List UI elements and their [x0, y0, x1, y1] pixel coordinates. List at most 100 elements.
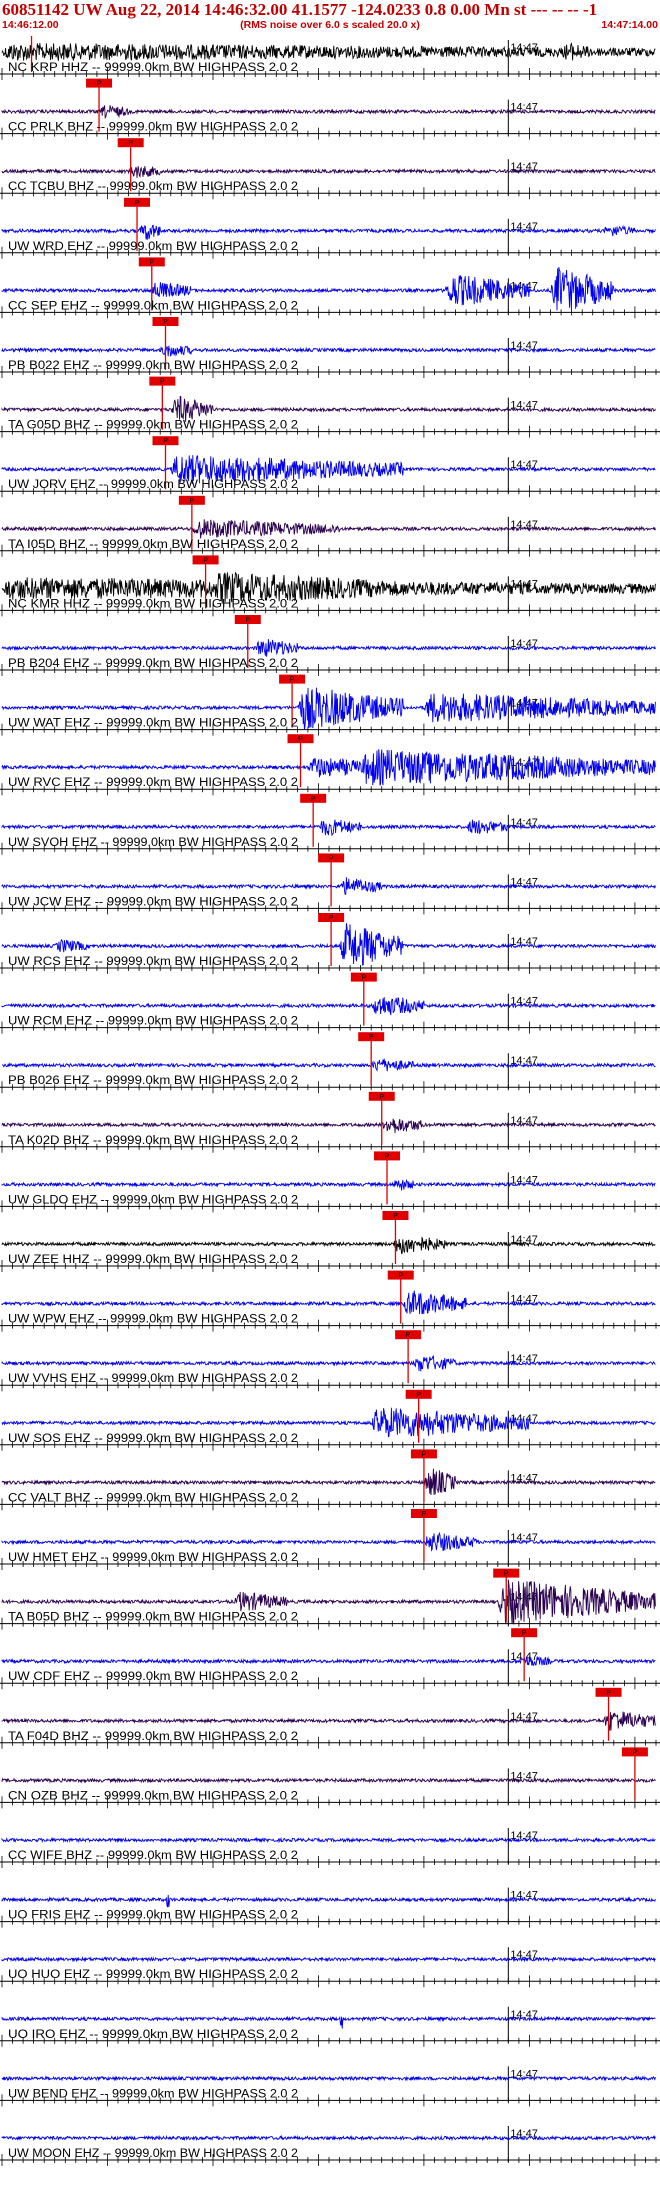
trace-label: UW SVOH EHZ -- 99999.0km BW HIGHPASS 2.0…: [8, 837, 298, 849]
waveform: [1, 42, 656, 62]
pick-label: P: [522, 1630, 527, 1637]
pick-label: P: [329, 915, 334, 922]
pick-label: P: [203, 557, 208, 564]
trace-label: PB B022 EHZ -- 99999.0km BW HIGHPASS 2.0…: [8, 360, 298, 372]
waveform: [1, 2015, 656, 2029]
trace-label: UW GLDO EHZ -- 99999.0km BW HIGHPASS 2.0…: [8, 1194, 298, 1206]
waveform: [1, 1355, 656, 1372]
pick-label: P: [416, 1392, 421, 1399]
trace-label: PB B026 EHZ -- 99999.0km BW HIGHPASS 2.0…: [8, 1075, 298, 1087]
waveform: [1, 1468, 656, 1496]
pick-label: P: [163, 319, 168, 326]
pick-label: P: [385, 1153, 390, 1160]
waveform: [1, 105, 656, 120]
waveform: [1, 877, 656, 896]
pick-label: P: [329, 855, 334, 862]
end-time: 14:47:14.00: [601, 19, 658, 31]
trace-label: UW HMET EHZ -- 99999.0km BW HIGHPASS 2.0…: [8, 1552, 298, 1564]
pick-label: P: [190, 498, 195, 505]
trace-label: CC VALT BHZ -- 99999.0km BW HIGHPASS 2.0…: [8, 1492, 298, 1504]
trace-label: TA K02D BHZ -- 99999.0km BW HIGHPASS 2.0…: [8, 1135, 298, 1147]
waveform: [1, 1236, 656, 1255]
waveform: [1, 395, 656, 422]
trace-label: CC TCBU BHZ -- 99999.0km BW HIGHPASS 2.0…: [8, 181, 298, 193]
trace-label: CN OZB BHZ -- 99999.0km BW HIGHPASS 2.0 …: [8, 1790, 298, 1802]
pick-label: P: [422, 1451, 427, 1458]
chart-title: 60851142 UW Aug 22, 2014 14:46:32.00 41.…: [2, 0, 598, 19]
trace-label: UW VVHS EHZ -- 99999.0km BW HIGHPASS 2.0…: [8, 1373, 298, 1385]
trace-label: UW JCW EHZ -- 99999.0km BW HIGHPASS 2.0 …: [8, 896, 298, 908]
trace-label: UW CDF EHZ -- 99999.0km BW HIGHPASS 2.0 …: [8, 1671, 298, 1683]
waveform: [1, 1178, 656, 1191]
trace-label: NC KMR HHZ -- 99999.0km BW HIGHPASS 2.0 …: [8, 598, 298, 610]
waveform: [1, 224, 656, 240]
waveform: [1, 997, 656, 1016]
pick-label: P: [160, 379, 165, 386]
waveform: [1, 639, 656, 657]
waveform: [1, 819, 656, 837]
trace-label: UW JORV EHZ -- 99999.0km BW HIGHPASS 2.0…: [8, 479, 298, 491]
waveform: [1, 1058, 656, 1072]
trace-label: UW SOS EHZ -- 99999.0km BW HIGHPASS 2.0 …: [8, 1433, 298, 1445]
trace-label: UW RVC EHZ -- 99999.0km BW HIGHPASS 2.0 …: [8, 777, 298, 789]
trace-label: TA I05D BHZ -- 99999.0km BW HIGHPASS 2.0…: [8, 539, 298, 551]
pick-label: P: [149, 259, 154, 266]
trace-label: UW MOON EHZ -- 99999.0km BW HIGHPASS 2.0…: [8, 2148, 298, 2160]
rms-note: (RMS noise over 6.0 s scaled 20.0 x): [240, 19, 420, 31]
trace-label: UO IRO EHZ -- 99999.0km BW HIGHPASS 2.0 …: [8, 2029, 298, 2041]
waveform: [1, 166, 656, 178]
seismogram-plot: 14:47 P NC KRP HHZ -- 99999.0km BW HIGHPAS…: [0, 36, 660, 2166]
pick-label: P: [97, 81, 102, 88]
chart-header: 60851142 UW Aug 22, 2014 14:46:32.00 41.…: [0, 0, 660, 36]
pick-label: P: [369, 1034, 374, 1041]
pick-label: P: [406, 1332, 411, 1339]
trace-label: TA B05D BHZ -- 99999.0km BW HIGHPASS 2.0…: [8, 1612, 298, 1624]
pick-label: P: [128, 140, 133, 147]
trace-label: PB B204 EHZ -- 99999.0km BW HIGHPASS 2.0…: [8, 658, 298, 670]
trace-label: CC WIFE BHZ -- 99999.0km BW HIGHPASS 2.0…: [8, 1850, 298, 1862]
pick-label: P: [298, 736, 303, 743]
pick-label: P: [290, 677, 295, 684]
trace-label: TA F04D BHZ -- 99999.0km BW HIGHPASS 2.0…: [8, 1731, 298, 1743]
trace-label: CC SEP EHZ -- 99999.0km BW HIGHPASS 2.0 …: [8, 300, 298, 312]
waveform: [1, 1894, 656, 1908]
pick-label: P: [606, 1690, 611, 1697]
trace-label: CC PRLK BHZ -- 99999.0km BW HIGHPASS 2.0…: [8, 122, 298, 134]
pick-label: P: [379, 1094, 384, 1101]
waveform: [1, 1531, 656, 1552]
waveform: [1, 1836, 656, 1844]
pick-label: P: [504, 1571, 509, 1578]
pick-label: P: [163, 438, 168, 445]
waveform: [1, 2134, 656, 2142]
waveform: [1, 1956, 656, 1963]
pick-label: P: [393, 1213, 398, 1220]
trace-label: UW WPW EHZ -- 99999.0km BW HIGHPASS 2.0 …: [8, 1314, 298, 1326]
waveform: [1, 1777, 656, 1784]
waveform: [1, 345, 656, 357]
trace-label: NC KRP HHZ -- 99999.0km BW HIGHPASS 2.0 …: [8, 62, 298, 74]
pick-label: P: [311, 796, 316, 803]
trace-label: UW BEND EHZ -- 99999.0km BW HIGHPASS 2.0…: [8, 2088, 298, 2100]
trace-label: UW RCM EHZ -- 99999.0km BW HIGHPASS 2.0 …: [8, 1016, 298, 1028]
trace-label: TA G05D BHZ -- 99999.0km BW HIGHPASS 2.0…: [8, 420, 298, 432]
trace-label: UO FRIS EHZ -- 99999.0km BW HIGHPASS 2.0…: [8, 1910, 298, 1922]
waveform: [1, 2075, 656, 2082]
waveform: [1, 1290, 656, 1315]
pick-label: P: [245, 617, 250, 624]
trace-label: UW ZEE HHZ -- 99999.0km BW HIGHPASS 2.0 …: [8, 1254, 298, 1266]
waveform: [1, 519, 656, 539]
minute-tick-label: 14:47: [510, 221, 538, 233]
pick-label: P: [422, 1511, 427, 1518]
minute-tick-label: 14:47: [510, 757, 538, 769]
waveform: [1, 1118, 656, 1133]
pick-label: P: [398, 1273, 403, 1280]
waveform: [1, 1711, 656, 1731]
pick-label: P: [135, 200, 140, 207]
trace-label: UW RCS EHZ -- 99999.0km BW HIGHPASS 2.0 …: [8, 956, 298, 968]
trace-label: UW WRD EHZ -- 99999.0km BW HIGHPASS 2.0 …: [8, 241, 298, 253]
trace-label: UW WAT EHZ -- 99999.0km BW HIGHPASS 2.0 …: [8, 718, 298, 730]
trace-label: UO HUO EHZ -- 99999.0km BW HIGHPASS 2.0 …: [8, 1969, 298, 1981]
pick-label: P: [361, 975, 366, 982]
pick-label: P: [633, 1749, 638, 1756]
waveform: [1, 1656, 656, 1666]
